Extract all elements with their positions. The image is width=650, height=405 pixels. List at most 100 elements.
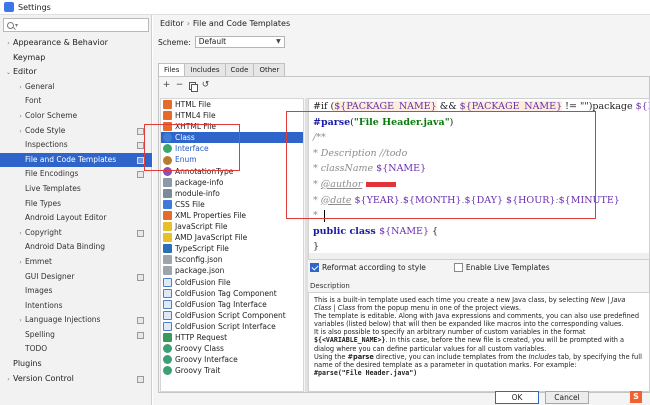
template-item[interactable]: ColdFusion Tag Component — [161, 288, 303, 299]
sidebar-item[interactable]: File and Code Templates — [0, 152, 152, 168]
template-item-label: HTML File — [175, 100, 211, 109]
template-item-label: JavaScript File — [175, 222, 228, 232]
code-line: * — [309, 208, 649, 224]
chevron-icon[interactable]: ⌄ — [4, 66, 13, 81]
sidebar-item-label: GUI Designer — [25, 271, 75, 281]
sidebar-item[interactable]: Intentions — [0, 299, 152, 314]
copy-template-button[interactable] — [187, 80, 198, 92]
template-tabs: Files Includes Code Other — [158, 63, 286, 76]
sidebar-item[interactable]: › Language Injections — [0, 313, 152, 328]
template-item[interactable]: ColdFusion File — [161, 277, 303, 288]
tab-other[interactable]: Other — [253, 63, 286, 76]
dialog-buttons: OK Cancel — [153, 390, 650, 405]
template-item[interactable]: HTTP Request — [161, 332, 303, 343]
editor-horizontal-scrollbar[interactable] — [309, 253, 649, 259]
sidebar-item-label: Inspections — [25, 140, 68, 150]
sidebar-item[interactable]: Live Templates — [0, 182, 152, 197]
template-item[interactable]: package.json — [161, 265, 303, 276]
template-item[interactable]: ColdFusion Tag Interface — [161, 299, 303, 310]
template-item[interactable]: CSS File — [161, 199, 303, 210]
sidebar-item[interactable]: TODO — [0, 342, 152, 357]
cf-file-icon — [163, 277, 172, 287]
template-list[interactable]: HTML File HTML4 File XHTML File Class Interf… — [160, 98, 304, 392]
template-item[interactable]: Enum — [161, 154, 303, 165]
template-item[interactable]: Groovy Interface — [161, 354, 303, 365]
chevron-icon[interactable]: › — [16, 81, 25, 96]
reset-template-button[interactable]: ↺ — [200, 80, 211, 91]
tab-code[interactable]: Code — [224, 63, 255, 76]
sidebar-item[interactable]: Plugins — [0, 357, 152, 372]
cancel-button[interactable]: Cancel — [545, 391, 589, 404]
sidebar-item[interactable]: Android Layout Editor — [0, 211, 152, 226]
title-bar: Settings — [0, 0, 650, 15]
java-c-file-icon — [163, 133, 172, 143]
template-item[interactable]: JavaScript File — [161, 221, 303, 232]
chevron-icon[interactable]: › — [16, 227, 25, 242]
template-item[interactable]: package-info — [161, 177, 303, 188]
template-item[interactable]: ColdFusion Script Component — [161, 310, 303, 321]
add-template-button[interactable]: + — [161, 80, 172, 91]
remove-template-button[interactable]: − — [174, 80, 185, 91]
reformat-option[interactable]: Reformat according to style — [310, 263, 426, 272]
live-templates-checkbox[interactable] — [453, 263, 463, 272]
sidebar-item[interactable]: › Emmet — [0, 255, 152, 270]
chevron-icon[interactable]: › — [4, 37, 13, 52]
template-item[interactable]: AnnotationType — [161, 166, 303, 177]
sidebar-item-label: Appearance & Behavior — [13, 38, 108, 47]
template-item-label: Groovy Class — [175, 344, 224, 354]
tab-files[interactable]: Files — [158, 63, 186, 76]
sidebar-item[interactable]: Android Data Binding — [0, 240, 152, 255]
sidebar-item[interactable]: File Encodings — [0, 167, 152, 182]
sidebar-item[interactable]: › General — [0, 80, 152, 95]
sidebar-item[interactable]: Spelling — [0, 328, 152, 343]
settings-search-input[interactable]: ▾ — [3, 18, 149, 32]
chevron-icon[interactable]: › — [16, 125, 25, 140]
sidebar-item[interactable]: Keymap — [0, 51, 152, 66]
scheme-select[interactable]: Default ▼ — [194, 36, 285, 48]
template-item[interactable]: XHTML File — [161, 121, 303, 132]
template-item-label: package.json — [175, 266, 225, 276]
template-item[interactable]: module-info — [161, 188, 303, 199]
sidebar-item[interactable]: › Color Scheme — [0, 109, 152, 124]
template-item[interactable]: HTML4 File — [161, 110, 303, 121]
sidebar-item[interactable]: › Version Control — [0, 372, 152, 387]
sidebar-item[interactable]: › Copyright — [0, 226, 152, 241]
sidebar-item[interactable]: ⌄ Editor — [0, 65, 152, 80]
project-scope-icon — [137, 142, 144, 150]
chevron-icon[interactable]: › — [16, 314, 25, 329]
description-panel: This is a built-in template used each ti… — [308, 292, 650, 392]
template-item[interactable]: XML Properties File — [161, 210, 303, 221]
code-line: #if (${PACKAGE_NAME} && ${PACKAGE_NAME} … — [313, 101, 649, 112]
template-item[interactable]: TypeScript File — [161, 243, 303, 254]
sidebar-item[interactable]: GUI Designer — [0, 270, 152, 285]
template-item[interactable]: Groovy Class — [161, 343, 303, 354]
project-scope-icon — [137, 375, 144, 383]
template-item[interactable]: Groovy Trait — [161, 365, 303, 376]
template-item[interactable]: ColdFusion Script Interface — [161, 321, 303, 332]
tab-includes[interactable]: Includes — [184, 63, 226, 76]
chevron-icon[interactable]: › — [16, 110, 25, 125]
ok-button[interactable]: OK — [495, 391, 539, 404]
ts-file-icon — [163, 244, 172, 254]
live-templates-option[interactable]: Enable Live Templates — [453, 263, 550, 272]
breadcrumb-root[interactable]: Editor — [160, 19, 184, 28]
redacted-mark — [366, 181, 397, 187]
chevron-icon[interactable]: › — [16, 256, 25, 271]
sidebar-item[interactable]: Inspections — [0, 138, 152, 153]
template-item[interactable]: HTML File — [161, 99, 303, 110]
sidebar-item[interactable]: File Types — [0, 197, 152, 212]
sidebar-item[interactable]: › Code Style — [0, 124, 152, 139]
reformat-label: Reformat according to style — [322, 263, 426, 272]
reformat-checkbox[interactable] — [310, 263, 319, 272]
template-item-label: package-info — [175, 177, 224, 187]
template-item-label: XHTML File — [175, 122, 216, 132]
sidebar-item[interactable]: Images — [0, 284, 152, 299]
template-item[interactable]: Class — [161, 132, 303, 144]
template-item[interactable]: Interface — [161, 143, 303, 154]
sidebar-item[interactable]: Font — [0, 94, 152, 109]
template-editor[interactable]: #if (${PACKAGE_NAME} && ${PACKAGE_NAME} … — [308, 98, 650, 260]
sidebar-item[interactable]: › Appearance & Behavior — [0, 36, 152, 51]
template-item[interactable]: AMD JavaScript File — [161, 232, 303, 243]
chevron-icon[interactable]: › — [4, 373, 13, 388]
template-item[interactable]: tsconfig.json — [161, 254, 303, 265]
